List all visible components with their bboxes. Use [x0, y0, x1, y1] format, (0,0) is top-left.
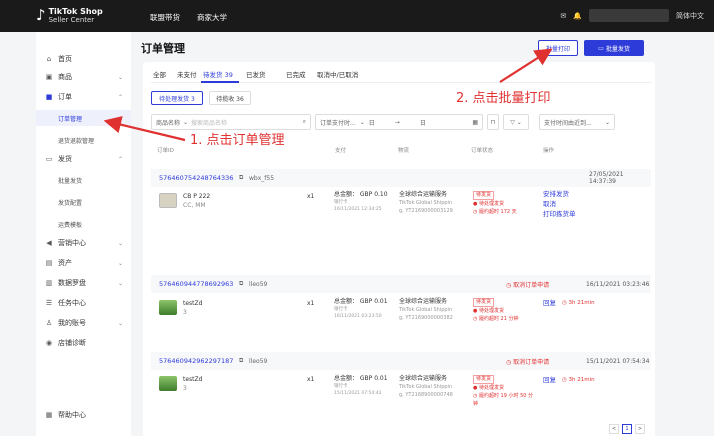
annotation-step-2: 2. 点击批量打印 [456, 91, 551, 106]
annotation-arrows [103, 48, 553, 142]
arrow-to-order-management [103, 116, 186, 142]
annotation-step-1: 1. 点击订单管理 [190, 133, 285, 148]
arrow-to-batch-print [499, 48, 553, 83]
